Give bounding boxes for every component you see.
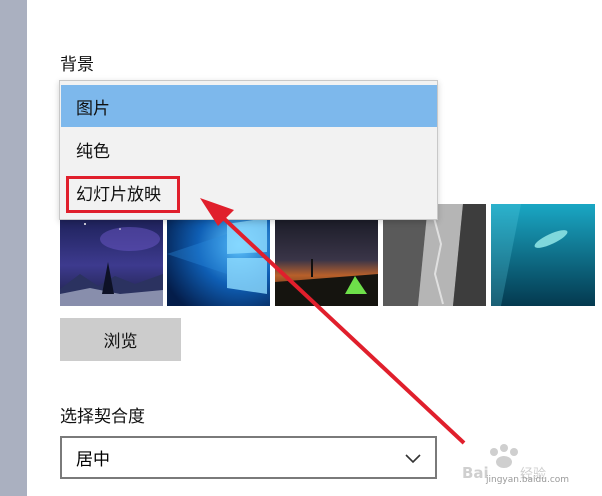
fit-select-value: 居中 <box>76 450 110 470</box>
slideshow-highlight-box <box>66 176 180 213</box>
window-left-edge <box>0 0 27 496</box>
dropdown-option-solid-color[interactable]: 纯色 <box>61 128 437 170</box>
fit-label: 选择契合度 <box>60 407 145 427</box>
background-thumbnail-underwater[interactable] <box>491 204 595 306</box>
background-label: 背景 <box>60 55 94 75</box>
svg-text:Bai: Bai <box>462 464 489 482</box>
browse-button[interactable]: 浏览 <box>60 318 181 361</box>
watermark-url: jingyan.baidu.com <box>486 475 570 485</box>
fit-select[interactable]: 居中 <box>60 436 437 479</box>
chevron-down-icon <box>405 454 421 464</box>
dropdown-option-picture[interactable]: 图片 <box>61 85 437 127</box>
